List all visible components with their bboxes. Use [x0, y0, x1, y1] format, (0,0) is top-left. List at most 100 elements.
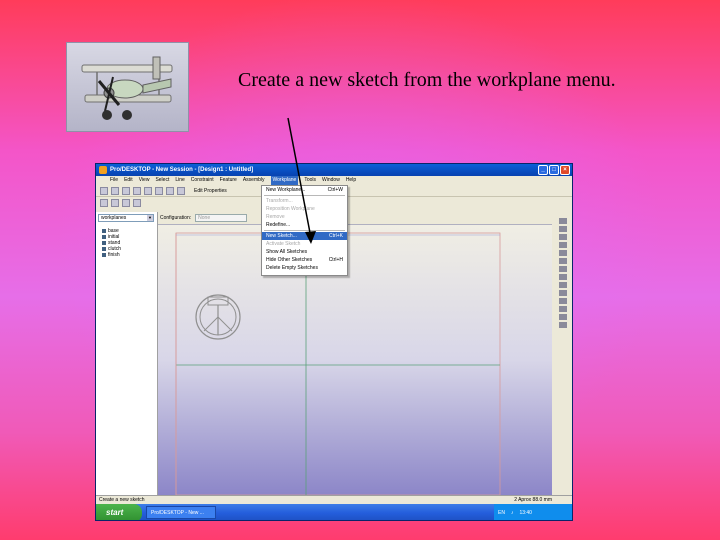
tree-item-label: finish — [108, 252, 120, 258]
window-title: Pro/DESKTOP - New Session - [Design1 : U… — [110, 167, 254, 173]
menu-item-label: Transform... — [266, 198, 293, 204]
workplane-tree: base initial stand clutch finish — [102, 228, 121, 258]
menu-item-shortcut: Ctrl+W — [327, 187, 343, 193]
window-titlebar: Pro/DESKTOP - New Session - [Design1 : U… — [96, 164, 572, 176]
sketch-drawing — [175, 232, 501, 496]
select-icon[interactable] — [100, 199, 108, 207]
pro-desktop-window: Pro/DESKTOP - New Session - [Design1 : U… — [95, 163, 573, 521]
arc-tool-icon[interactable] — [559, 250, 567, 256]
offset-tool-icon[interactable] — [559, 298, 567, 304]
configuration-select[interactable]: None — [195, 214, 248, 222]
workplane-menu-dropdown: New Workplane... Ctrl+W Transform... Repo… — [261, 185, 348, 276]
rotate-icon[interactable] — [122, 199, 130, 207]
status-text: Create a new sketch — [99, 497, 145, 503]
menu-item-shortcut: Ctrl+K — [328, 233, 343, 239]
menu-item-hide-other-sketches[interactable]: Hide Other Sketches Ctrl+H — [262, 256, 347, 264]
fillet-tool-icon[interactable] — [559, 314, 567, 320]
constraint-tool-icon[interactable] — [559, 282, 567, 288]
maximize-button[interactable]: □ — [549, 165, 559, 175]
menu-item-reposition-workplane[interactable]: Reposition Workplane — [262, 205, 347, 213]
menu-item-new-sketch[interactable]: New Sketch... Ctrl+K — [262, 232, 347, 240]
menu-item-label: Show All Sketches — [266, 249, 308, 255]
dimension-tool-icon[interactable] — [559, 274, 567, 280]
menu-tools[interactable]: Tools — [304, 176, 316, 185]
menu-item-remove[interactable]: Remove — [262, 213, 347, 221]
save-icon[interactable] — [122, 186, 130, 195]
biplane-thumbnail — [66, 42, 189, 132]
rectangle-tool-icon[interactable] — [559, 234, 567, 240]
copy-icon[interactable] — [155, 186, 163, 195]
menu-item-transform[interactable]: Transform... — [262, 197, 347, 205]
menu-item-label: New Sketch... — [266, 233, 297, 239]
menu-assembly[interactable]: Assembly — [243, 176, 265, 185]
workplane-icon — [102, 241, 106, 245]
text-tool-icon[interactable] — [559, 322, 567, 328]
status-bar: Create a new sketch 2 Aprox 88.0 mm — [96, 495, 572, 504]
minimize-button[interactable]: _ — [538, 165, 548, 175]
menu-item-label: Reposition Workplane — [266, 206, 315, 212]
line-tool-icon[interactable] — [559, 226, 567, 232]
menu-view[interactable]: View — [139, 176, 150, 185]
menu-item-label: Remove — [266, 214, 285, 220]
mirror-tool-icon[interactable] — [559, 306, 567, 312]
configuration-label: Configuration: — [160, 215, 192, 221]
browser-select[interactable]: workplanes ▼ — [98, 214, 154, 222]
taskbar-item-pro-desktop[interactable]: Pro/DESKTOP - New ... — [146, 506, 216, 519]
workplane-icon — [102, 235, 106, 239]
menu-item-new-workplane[interactable]: New Workplane... Ctrl+W — [262, 186, 347, 194]
line-tool-icon[interactable] — [111, 199, 119, 207]
start-button[interactable]: start — [96, 504, 142, 520]
edit-properties-button[interactable]: Edit Properties — [194, 188, 227, 194]
workplane-icon — [102, 247, 106, 251]
browser-select-value: workplanes — [101, 215, 127, 221]
menu-constraint[interactable]: Constraint — [191, 176, 214, 185]
menu-item-shortcut: Ctrl+H — [328, 257, 343, 263]
tree-item[interactable]: finish — [102, 252, 121, 258]
browser-panel: workplanes ▼ base initial stand clutch f… — [96, 212, 158, 495]
window-controls: _ □ × — [538, 165, 570, 175]
sketch-toolbar — [554, 216, 572, 496]
menu-help[interactable]: Help — [346, 176, 356, 185]
design-canvas[interactable] — [158, 224, 552, 496]
circle-tool-icon[interactable] — [559, 242, 567, 248]
paste-icon[interactable] — [166, 186, 174, 195]
print-icon[interactable] — [133, 186, 141, 195]
workplane-icon — [102, 229, 106, 233]
configuration-row: Configuration: None — [160, 214, 248, 222]
menu-separator — [264, 230, 345, 231]
menu-window[interactable]: Window — [322, 176, 340, 185]
menu-workplane[interactable]: Workplane — [270, 176, 299, 185]
pointer-tool-icon[interactable] — [559, 218, 567, 224]
spline-tool-icon[interactable] — [559, 266, 567, 272]
menu-item-activate-sketch[interactable]: Activate Sketch — [262, 240, 347, 248]
menu-item-label: Activate Sketch — [266, 241, 301, 247]
open-folder-icon[interactable] — [111, 186, 119, 195]
menu-line[interactable]: Line — [175, 176, 184, 185]
menu-item-redefine[interactable]: Redefine... — [262, 221, 347, 229]
menu-feature[interactable]: Feature — [220, 176, 237, 185]
chevron-down-icon: ▼ — [147, 215, 153, 221]
new-file-icon[interactable] — [100, 186, 108, 195]
menu-select[interactable]: Select — [155, 176, 169, 185]
menu-item-show-all-sketches[interactable]: Show All Sketches — [262, 248, 347, 256]
volume-icon[interactable]: ♪ — [511, 504, 514, 520]
clock: 13:40 — [519, 510, 532, 516]
menu-item-label: New Workplane... — [266, 187, 306, 193]
language-indicator[interactable]: EN — [498, 504, 505, 520]
secondary-toolbar — [96, 197, 256, 209]
zoom-icon[interactable] — [133, 199, 141, 207]
menu-file[interactable]: File — [110, 176, 118, 185]
slide-caption: Create a new sketch from the workplane m… — [238, 69, 616, 91]
menu-item-delete-empty-sketches[interactable]: Delete Empty Sketches — [262, 264, 347, 272]
app-icon — [99, 166, 107, 174]
biplane-icon — [81, 56, 173, 120]
undo-icon[interactable] — [177, 186, 185, 195]
menu-item-label: Redefine... — [266, 222, 291, 228]
menu-bar: File Edit View Select Line Constraint Fe… — [96, 176, 572, 185]
cut-icon[interactable] — [144, 186, 152, 195]
menu-edit[interactable]: Edit — [124, 176, 133, 185]
ellipse-tool-icon[interactable] — [559, 258, 567, 264]
trim-tool-icon[interactable] — [559, 290, 567, 296]
close-button[interactable]: × — [560, 165, 570, 175]
menu-item-label: Delete Empty Sketches — [266, 265, 318, 271]
